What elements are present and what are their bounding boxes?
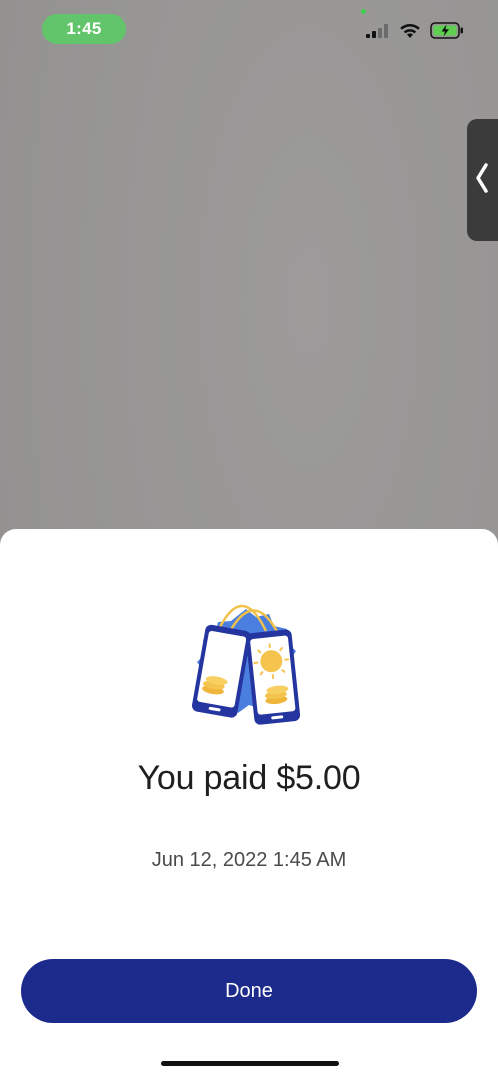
status-time: 1:45 [42, 14, 126, 44]
payment-confirmation-sheet: You paid $5.00 Jun 12, 2022 1:45 AM Done [0, 529, 498, 1078]
done-button[interactable]: Done [21, 959, 477, 1023]
payment-timestamp: Jun 12, 2022 1:45 AM [151, 849, 347, 871]
phones-payment-illustration [180, 587, 312, 737]
chevron-left-icon [475, 161, 489, 200]
side-drawer-tab[interactable] [467, 119, 498, 241]
payment-headline: You paid $5.00 [137, 759, 361, 797]
home-indicator[interactable] [161, 1061, 339, 1066]
privacy-indicator-dot [361, 9, 366, 14]
status-icons [366, 22, 464, 39]
battery-charging-icon [430, 22, 464, 39]
cellular-signal-icon [366, 23, 390, 38]
wifi-icon [399, 23, 421, 39]
